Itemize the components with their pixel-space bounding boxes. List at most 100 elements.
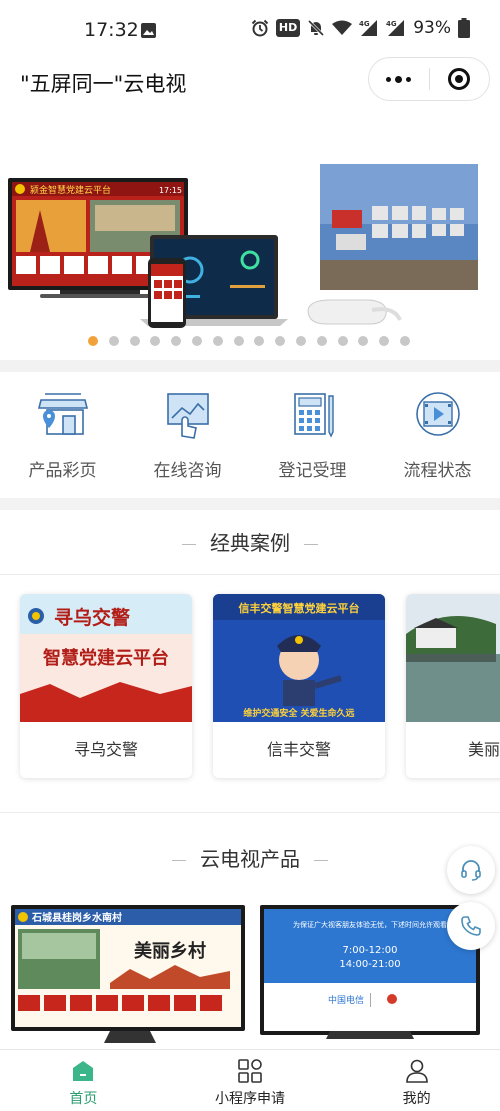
- vr-scene-illustration: [307, 164, 478, 325]
- grid-apps-icon: [238, 1059, 262, 1083]
- tab-mine[interactable]: 我的: [333, 1050, 500, 1111]
- tab-label: 小程序申请: [215, 1091, 285, 1107]
- alarm-icon: [251, 19, 269, 37]
- case-img-line1: 信丰交警智慧党建云平台: [239, 601, 360, 615]
- tab-miniprogram-apply[interactable]: 小程序申请: [167, 1050, 334, 1111]
- pager-dot[interactable]: [88, 336, 98, 346]
- battery-percent: 93%: [413, 18, 451, 38]
- products-carousel[interactable]: 石城县桂岗乡水南村 美丽乡村 为保证广大视客朋友体验无忧，下述时间允许观看 7:…: [0, 897, 500, 1047]
- case-image-village: [406, 594, 500, 722]
- tab-label: 首页: [69, 1091, 98, 1107]
- case-label: 美丽乡: [467, 740, 500, 759]
- pager-dot[interactable]: [129, 336, 140, 346]
- bottom-tab-bar: 首页 小程序申请 我的: [0, 1049, 500, 1111]
- pager-dot[interactable]: [275, 336, 286, 346]
- home-icon: [73, 1061, 94, 1081]
- headset-icon: [461, 860, 481, 881]
- pager-dot[interactable]: [316, 336, 327, 346]
- case-card-beautiful-village[interactable]: 美丽乡: [406, 594, 500, 778]
- quick-label: 在线咨询: [153, 461, 222, 481]
- pager-dot[interactable]: [337, 336, 348, 346]
- more-dots-icon: [386, 75, 412, 83]
- product-title: 石城县桂岗乡水南村: [31, 911, 122, 924]
- products-image-strip: 石城县桂岗乡水南村 美丽乡村 为保证广大视客朋友体验无忧，下述时间允许观看 7:…: [11, 905, 480, 1043]
- banner-screen-title: 颍金智慧党建云平台: [30, 184, 111, 196]
- case-img-line1: 寻乌交警: [54, 606, 130, 629]
- pager-dot[interactable]: [399, 336, 410, 346]
- divider: [0, 574, 500, 575]
- pager-dot[interactable]: [358, 336, 369, 346]
- quick-item-online-consult[interactable]: 在线咨询: [125, 372, 250, 497]
- calculator-ruler-icon: [293, 393, 334, 438]
- pager-dot[interactable]: [191, 336, 202, 346]
- pager-dot[interactable]: [379, 336, 390, 346]
- touch-screen-icon: [166, 393, 209, 439]
- case-label: 信丰交警: [266, 740, 331, 759]
- quick-label: 登记受理: [278, 461, 347, 481]
- product-time-1: 7:00-12:00: [343, 945, 398, 956]
- product-time-2: 14:00-21:00: [339, 959, 400, 970]
- case-img-line2: 智慧党建云平台: [43, 647, 169, 669]
- svg-text:4G: 4G: [359, 20, 370, 28]
- signal-4g-icon: 4G: [359, 20, 378, 36]
- quick-item-registration[interactable]: 登记受理: [250, 372, 375, 497]
- page-title: "五屏同一"云电视: [20, 72, 187, 96]
- case-card-xinfeng[interactable]: 信丰交警智慧党建云平台 维护交通安全 关爱生命久远 信丰交警: [213, 594, 385, 778]
- signal-4g-icon-2: 4G: [386, 20, 405, 36]
- product-main-text: 美丽乡村: [134, 940, 206, 962]
- products-section-title: 云电视产品: [0, 843, 500, 872]
- status-time: 17:32: [84, 19, 139, 41]
- mute-bell-icon: [308, 19, 325, 37]
- product-brand: 中国电信: [328, 994, 364, 1006]
- target-close-icon: [448, 68, 471, 90]
- section-separator: [0, 360, 500, 372]
- case-label: 寻乌交警: [73, 740, 138, 759]
- case-image-xunwu: 寻乌交警 智慧党建云平台: [20, 594, 192, 722]
- pager-dot[interactable]: [295, 336, 306, 346]
- cases-section-title: 经典案例: [0, 527, 500, 556]
- pager-dot[interactable]: [171, 336, 182, 346]
- pager-dot[interactable]: [212, 336, 223, 346]
- storefront-pin-icon: [37, 393, 88, 435]
- pager-dot[interactable]: [254, 336, 265, 346]
- hd-voice-badge: HD: [275, 19, 301, 37]
- play-film-icon: [415, 392, 460, 436]
- user-icon: [405, 1059, 428, 1083]
- customer-service-button[interactable]: [447, 846, 495, 894]
- battery-icon: [458, 18, 470, 38]
- quick-item-product-brochure[interactable]: 产品彩页: [0, 372, 125, 497]
- tab-label: 我的: [402, 1091, 431, 1107]
- product-card-village-tv[interactable]: 石城县桂岗乡水南村 美丽乡村: [11, 905, 245, 1043]
- divider: [0, 812, 500, 813]
- wifi-icon: [332, 20, 353, 35]
- product-notice: 为保证广大视客朋友体验无忧，下述时间允许观看: [293, 920, 447, 929]
- pager-dot[interactable]: [233, 336, 244, 346]
- phone-icon: [461, 916, 481, 936]
- cases-carousel[interactable]: 寻乌交警 智慧党建云平台 寻乌交警 信丰交警智慧党建云平台 维护交通安全 关爱生…: [0, 584, 500, 784]
- tab-home[interactable]: 首页: [0, 1050, 167, 1111]
- pager-dot[interactable]: [150, 336, 161, 346]
- phone-illustration: [148, 258, 186, 328]
- image-notification-icon: [141, 23, 156, 38]
- status-bar: 17:32 HD 4G 4G 93%: [0, 0, 500, 60]
- phone-call-button[interactable]: [447, 902, 495, 950]
- pager-dot[interactable]: [108, 336, 119, 346]
- banner-screen-time: 17:15: [159, 186, 182, 195]
- quick-menu: 产品彩页 在线咨询 登记受理 流程状态: [0, 372, 500, 497]
- section-separator: [0, 498, 500, 510]
- more-menu-button[interactable]: [369, 58, 429, 100]
- case-img-line2: 维护交通安全 关爱生命久远: [243, 707, 355, 719]
- case-card-xunwu[interactable]: 寻乌交警 智慧党建云平台 寻乌交警: [20, 594, 192, 778]
- case-image-xinfeng: 信丰交警智慧党建云平台 维护交通安全 关爱生命久远: [213, 594, 385, 722]
- quick-item-process-status[interactable]: 流程状态: [375, 372, 500, 497]
- quick-label: 流程状态: [403, 461, 472, 481]
- products-title-text: 云电视产品: [200, 847, 300, 871]
- quick-label: 产品彩页: [28, 461, 97, 481]
- close-miniprogram-button[interactable]: [430, 58, 490, 100]
- banner-carousel[interactable]: 颍金智慧党建云平台 17:15: [0, 110, 500, 358]
- status-indicators: HD 4G 4G 93%: [251, 18, 470, 38]
- svg-text:4G: 4G: [386, 20, 397, 28]
- cases-title-text: 经典案例: [210, 531, 290, 555]
- miniprogram-capsule: [368, 57, 490, 101]
- banner-pager: [88, 336, 410, 346]
